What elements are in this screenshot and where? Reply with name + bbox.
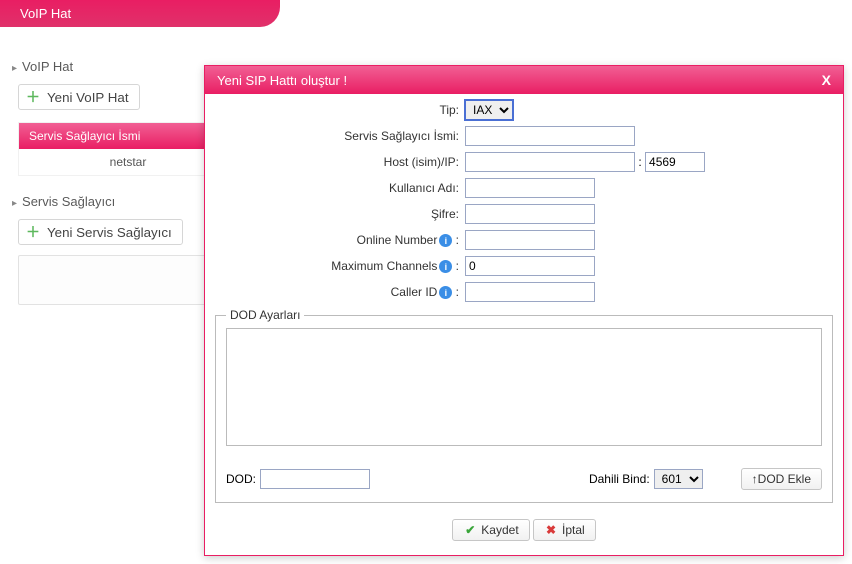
dod-input[interactable]: [260, 469, 370, 489]
dod-settings-fieldset: DOD Ayarları DOD: Dahili Bind: 601 ↑DOD …: [215, 308, 833, 503]
info-icon[interactable]: i: [439, 260, 452, 273]
username-input[interactable]: [465, 178, 595, 198]
info-icon[interactable]: i: [439, 234, 452, 247]
x-icon: ✖: [544, 523, 558, 537]
dialog-title-text: Yeni SIP Hattı oluştur !: [217, 73, 347, 88]
label-max-channels: Maximum Channels: [331, 259, 437, 273]
new-service-provider-button[interactable]: ＋ Yeni Servis Sağlayıcı: [18, 219, 183, 245]
dialog-footer: ✔ Kaydet ✖ İptal: [205, 513, 843, 555]
create-sip-line-dialog: Yeni SIP Hattı oluştur ! X Tip: IAX Serv…: [204, 65, 844, 556]
plus-icon: ＋: [25, 89, 41, 105]
host-input[interactable]: [465, 152, 635, 172]
save-label: Kaydet: [481, 523, 518, 537]
check-icon: ✔: [463, 523, 477, 537]
label-username: Kullanıcı Adı:: [221, 181, 465, 195]
plus-icon: ＋: [25, 224, 41, 240]
label-host: Host (isim)/IP:: [221, 155, 465, 169]
online-number-input[interactable]: [465, 230, 595, 250]
caller-id-input[interactable]: [465, 282, 595, 302]
provider-name-input[interactable]: [465, 126, 635, 146]
close-icon[interactable]: X: [822, 72, 831, 88]
label-provider-name: Servis Sağlayıcı İsmi:: [221, 129, 465, 143]
new-voip-hat-button[interactable]: ＋ Yeni VoIP Hat: [18, 84, 140, 110]
dod-list[interactable]: [226, 328, 822, 446]
cancel-button[interactable]: ✖ İptal: [533, 519, 596, 541]
tip-select[interactable]: IAX: [465, 100, 513, 120]
password-input[interactable]: [465, 204, 595, 224]
label-password: Şifre:: [221, 207, 465, 221]
label-online-number: Online Number: [357, 233, 438, 247]
max-channels-input[interactable]: [465, 256, 595, 276]
dahili-bind-select[interactable]: 601: [654, 469, 703, 489]
label-caller-id: Caller ID: [391, 285, 438, 299]
port-input[interactable]: [645, 152, 705, 172]
new-service-provider-label: Yeni Servis Sağlayıcı: [47, 225, 172, 240]
dod-add-button[interactable]: ↑DOD Ekle: [741, 468, 822, 490]
port-separator: :: [638, 155, 641, 169]
new-voip-hat-label: Yeni VoIP Hat: [47, 90, 129, 105]
page-top-tab: VoIP Hat: [0, 0, 280, 27]
cancel-label: İptal: [562, 523, 585, 537]
dod-legend: DOD Ayarları: [226, 308, 304, 322]
dialog-form: Tip: IAX Servis Sağlayıcı İsmi: Host (is…: [205, 94, 843, 302]
dialog-titlebar: Yeni SIP Hattı oluştur ! X: [205, 66, 843, 94]
label-tip: Tip:: [221, 103, 465, 117]
label-dahili-bind: Dahili Bind:: [589, 472, 650, 486]
info-icon[interactable]: i: [439, 286, 452, 299]
label-dod: DOD:: [226, 472, 256, 486]
save-button[interactable]: ✔ Kaydet: [452, 519, 529, 541]
dod-add-label: ↑DOD Ekle: [752, 472, 811, 486]
